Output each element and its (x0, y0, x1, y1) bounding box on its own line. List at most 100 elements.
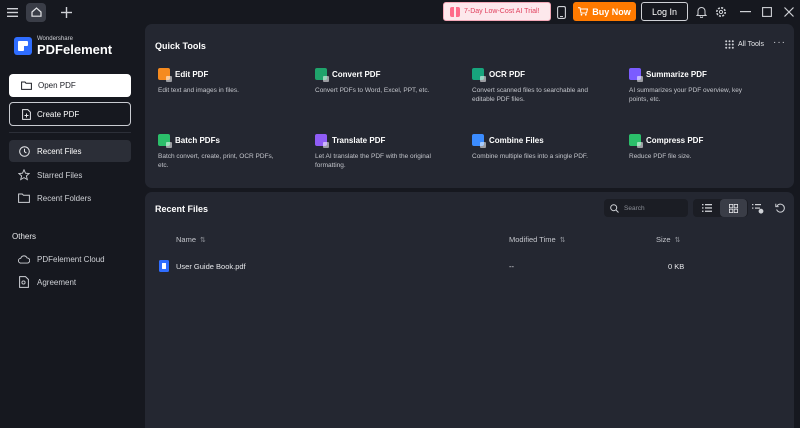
sidebar-item-recent-folders[interactable]: Recent Folders (9, 187, 131, 209)
search-box[interactable]: Search (604, 199, 688, 217)
sidebar-divider (9, 132, 131, 133)
folder-icon (21, 81, 32, 90)
column-header-label: Name (176, 235, 197, 244)
new-tab-plus-icon[interactable] (56, 2, 76, 22)
tool-name: OCR PDF (489, 69, 525, 79)
tool-ocr-pdf[interactable]: OCR PDF Convert scanned files to searcha… (472, 68, 622, 105)
file-size: 0 KB (668, 262, 685, 271)
clock-icon (18, 145, 30, 157)
folder-icon (18, 192, 30, 204)
sidebar-item-label: Agreement (37, 277, 77, 287)
tool-description: Reduce PDF file size. (629, 153, 692, 160)
sort-icon: ⇅ (674, 236, 681, 244)
ocr-pdf-icon (472, 68, 486, 82)
recent-files-title: Recent Files (155, 204, 209, 214)
column-header-name[interactable]: Name ⇅ (176, 235, 206, 244)
sort-icon: ⇅ (559, 236, 566, 244)
tool-translate-pdf[interactable]: Translate PDF Let AI translate the PDF w… (315, 134, 465, 171)
main-content: Quick Tools All Tools ··· Edit PDF Edit … (140, 24, 800, 428)
minimize-window-icon[interactable] (736, 3, 754, 21)
file-name: User Guide Book.pdf (176, 262, 246, 271)
buy-now-label: Buy Now (592, 6, 631, 17)
brand-name: PDFelement (37, 42, 113, 57)
cloud-icon (18, 253, 30, 265)
maximize-window-icon[interactable] (758, 3, 776, 21)
grid-dots-icon (725, 40, 734, 49)
pdfelement-logo-icon (14, 37, 32, 55)
star-icon (18, 169, 30, 181)
tool-name: Summarize PDF (646, 69, 707, 79)
translate-pdf-icon (315, 134, 329, 148)
tool-combine-files[interactable]: Combine Files Combine multiple files int… (472, 134, 622, 161)
edit-pdf-icon (158, 68, 172, 82)
settings-gear-icon[interactable] (712, 3, 730, 21)
sidebar-item-label: Starred Files (37, 170, 83, 180)
quick-tools-title: Quick Tools (155, 41, 206, 51)
tool-description: Batch convert, create, print, OCR PDFs, … (158, 153, 274, 170)
ai-trial-promo-banner[interactable]: 7-Day Low-Cost AI Trial! (443, 2, 551, 21)
batch-manage-icon[interactable] (749, 199, 767, 217)
sidebar: Wondershare PDFelement Open PDF Create P… (0, 24, 140, 428)
sidebar-item-label: Recent Files (37, 146, 82, 156)
column-header-label: Modified Time (509, 235, 556, 244)
cart-icon (578, 7, 589, 16)
tool-compress-pdf[interactable]: Compress PDF Reduce PDF file size. (629, 134, 779, 161)
tool-description: Combine multiple files into a single PDF… (472, 153, 588, 160)
tool-summarize-pdf[interactable]: Summarize PDF AI summarizes your PDF ove… (629, 68, 779, 105)
open-pdf-button[interactable]: Open PDF (9, 74, 131, 97)
more-options-icon[interactable]: ··· (773, 37, 786, 48)
brand-logo-block: Wondershare PDFelement (14, 36, 112, 56)
view-toggle-group (693, 199, 748, 217)
others-section-label: Others (12, 232, 37, 241)
open-pdf-label: Open PDF (38, 81, 76, 90)
sidebar-item-label: PDFelement Cloud (37, 254, 105, 264)
buy-now-button[interactable]: Buy Now (573, 2, 636, 21)
compress-pdf-icon (629, 134, 643, 148)
tool-name: Combine Files (489, 135, 544, 145)
create-pdf-button[interactable]: Create PDF (9, 102, 131, 126)
tool-description: Convert PDFs to Word, Excel, PPT, etc. (315, 87, 430, 94)
file-modified-time: -- (509, 262, 514, 271)
title-bar: 7-Day Low-Cost AI Trial! Buy Now Log In (0, 0, 800, 24)
notification-bell-icon[interactable] (692, 3, 710, 21)
column-header-modified-time[interactable]: Modified Time ⇅ (509, 235, 566, 244)
grid-view-icon[interactable] (720, 199, 747, 217)
tool-description: Convert scanned files to searchable and … (472, 87, 588, 104)
tool-description: AI summarizes your PDF overview, key poi… (629, 87, 743, 104)
all-tools-label: All Tools (738, 41, 764, 48)
list-view-icon[interactable] (693, 199, 720, 217)
agreement-document-icon (18, 276, 30, 288)
sidebar-item-recent-files[interactable]: Recent Files (9, 140, 131, 162)
summarize-pdf-icon (629, 68, 643, 82)
gift-icon (450, 6, 460, 17)
home-tab-icon[interactable] (26, 2, 46, 22)
sort-icon: ⇅ (200, 236, 206, 244)
quick-tools-panel: Quick Tools All Tools ··· Edit PDF Edit … (145, 24, 794, 188)
combine-files-icon (472, 134, 486, 148)
tool-convert-pdf[interactable]: Convert PDF Convert PDFs to Word, Excel,… (315, 68, 465, 95)
login-button[interactable]: Log In (641, 2, 688, 21)
close-window-icon[interactable] (780, 3, 798, 21)
sidebar-item-starred-files[interactable]: Starred Files (9, 164, 131, 186)
sidebar-item-pdfelement-cloud[interactable]: PDFelement Cloud (9, 248, 131, 270)
tool-name: Batch PDFs (175, 135, 220, 145)
tool-name: Edit PDF (175, 69, 209, 79)
refresh-icon[interactable] (771, 199, 789, 217)
tool-batch-pdfs[interactable]: Batch PDFs Batch convert, create, print,… (158, 134, 308, 171)
all-tools-button[interactable]: All Tools (725, 40, 764, 49)
hamburger-menu-icon[interactable] (2, 2, 22, 22)
create-file-icon (22, 108, 31, 120)
convert-pdf-icon (315, 68, 329, 82)
tool-edit-pdf[interactable]: Edit PDF Edit text and images in files. (158, 68, 308, 95)
column-header-size[interactable]: Size ⇅ (656, 235, 680, 244)
search-placeholder: Search (624, 204, 645, 212)
mobile-device-icon[interactable] (554, 3, 568, 21)
recent-files-panel: Recent Files Search Name ⇅ Modified Time… (145, 192, 794, 428)
promo-text: 7-Day Low-Cost AI Trial! (464, 8, 540, 15)
create-pdf-label: Create PDF (37, 109, 80, 119)
sidebar-item-label: Recent Folders (37, 193, 92, 203)
sidebar-item-agreement[interactable]: Agreement (9, 271, 131, 293)
tool-name: Convert PDF (332, 69, 381, 79)
batch-pdfs-icon (158, 134, 172, 148)
tool-name: Translate PDF (332, 135, 386, 145)
